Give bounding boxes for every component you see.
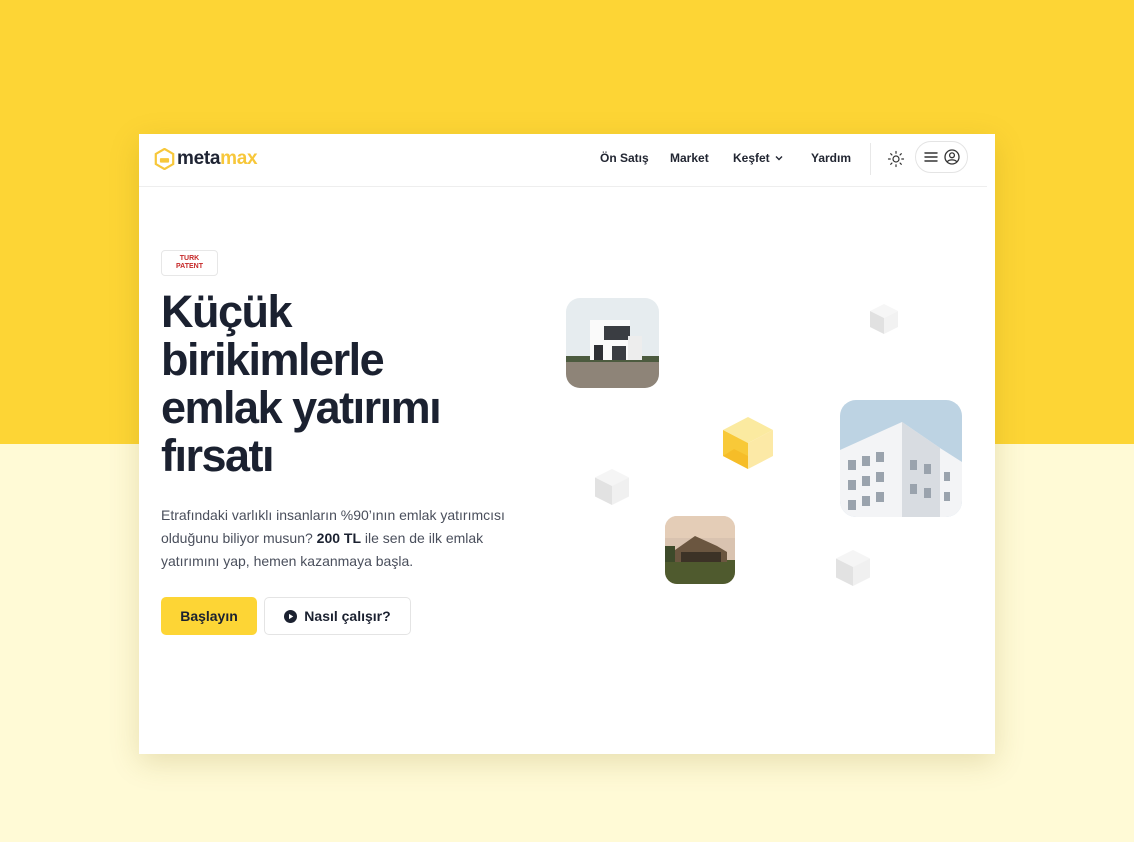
nav-item-kesfet[interactable]: Keşfet	[733, 151, 784, 165]
nav-item-yardim[interactable]: Yardım	[811, 151, 851, 165]
start-button[interactable]: Başlayın	[161, 597, 257, 635]
hero-description: Etrafındaki varlıklı insanların %90’ının…	[161, 504, 521, 573]
house-image-modern	[566, 298, 659, 388]
nav-divider	[870, 143, 871, 175]
hero-title-line-1: Küçük	[161, 286, 293, 337]
how-it-works-label: Nasıl çalışır?	[304, 608, 391, 624]
top-nav: meta max Ön Satış Market Keşfet Yardım	[139, 134, 987, 187]
hero-title-line-3: emlak yatırımı	[161, 382, 442, 433]
nav-item-kesfet-label: Keşfet	[733, 151, 770, 165]
browser-card: meta max Ön Satış Market Keşfet Yardım T…	[139, 134, 995, 754]
nav-links: Ön Satış Market Keşfet Yardım	[139, 151, 987, 171]
chevron-down-icon	[775, 156, 783, 161]
badge-line-2: PATENT	[176, 263, 203, 270]
hero-title: Küçük birikimlerle emlak yatırımı fırsat…	[161, 288, 541, 480]
badge-line-1: TURK	[179, 255, 200, 262]
desc-price: 200 TL	[316, 530, 362, 546]
nav-item-on-satis[interactable]: Ön Satış	[600, 151, 649, 165]
hero-title-line-2: birikimlerle	[161, 334, 385, 385]
hero-title-line-4: fırsatı	[161, 430, 275, 481]
user-circle-icon	[943, 149, 960, 165]
cube-icon-medium	[595, 469, 629, 505]
hamburger-icon	[923, 152, 938, 162]
user-menu-button[interactable]	[915, 141, 968, 173]
how-it-works-button[interactable]: Nasıl çalışır?	[264, 597, 411, 635]
play-circle-icon	[284, 609, 298, 623]
gold-cube-icon	[723, 417, 773, 469]
nav-item-market[interactable]: Market	[670, 151, 709, 165]
turk-patent-badge: TURK PATENT	[161, 250, 218, 276]
cube-icon-small	[870, 304, 898, 334]
building-image-white	[840, 400, 962, 517]
house-image-country	[665, 516, 735, 584]
sun-icon[interactable]	[887, 150, 905, 168]
cube-icon-medium-2	[836, 550, 870, 586]
